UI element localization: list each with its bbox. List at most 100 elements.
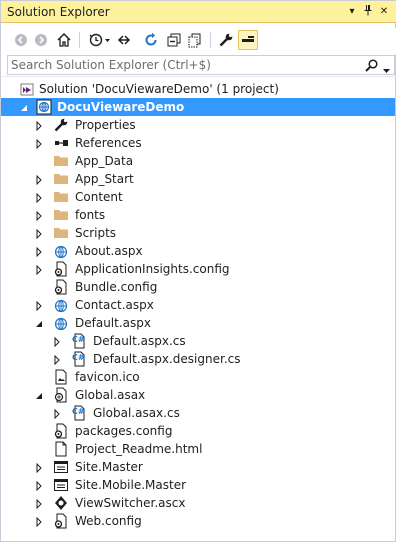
tree-item-label: About.aspx <box>75 244 143 258</box>
visual-studio-solution-icon <box>19 81 35 97</box>
collapsed-arrow-icon[interactable] <box>34 174 44 186</box>
collapsed-arrow-icon[interactable] <box>34 192 44 204</box>
forward-icon <box>34 33 48 47</box>
tree-item-label: Solution 'DocuViewareDemo' (1 project) <box>39 82 279 96</box>
tree-item-viewswitcher-ascx[interactable]: ViewSwitcher.ascx <box>1 494 395 512</box>
collapsed-arrow-icon[interactable] <box>34 228 44 240</box>
tree-item-favicon-ico[interactable]: favicon.ico <box>1 368 395 386</box>
collapsed-arrow-icon[interactable] <box>34 264 44 276</box>
folder-icon <box>53 189 69 205</box>
tree-item-contact-aspx[interactable]: Contact.aspx <box>1 296 395 314</box>
back-button[interactable] <box>12 31 30 49</box>
tree-item-bundle-config[interactable]: Bundle.config <box>1 278 395 296</box>
expanded-arrow-icon[interactable] <box>34 390 44 400</box>
preview-selected-items-button[interactable] <box>238 30 258 50</box>
collapsed-arrow-icon[interactable] <box>34 246 44 258</box>
tree-item-label: Web.config <box>75 514 142 528</box>
collapsed-arrow-icon[interactable] <box>34 462 44 474</box>
aspx-page-icon <box>53 297 69 313</box>
expanded-arrow-icon[interactable] <box>19 102 29 112</box>
solution-explorer-window: Solution Explorer ▾ ✕ Search Solution Ex… <box>0 0 396 542</box>
tree-item-label: Scripts <box>75 226 117 240</box>
tree-item-global-asax-cs[interactable]: C# Global.asax.cs <box>1 404 395 422</box>
tree-item-label: DocuViewareDemo <box>57 100 185 114</box>
collapsed-arrow-icon[interactable] <box>52 336 62 348</box>
config-file-icon <box>53 423 69 439</box>
tree-item-label: App_Start <box>75 172 134 186</box>
title-bar: Solution Explorer ▾ ✕ <box>1 1 396 23</box>
aspx-page-icon <box>53 243 69 259</box>
tree-item-scripts[interactable]: Scripts <box>1 224 395 242</box>
svg-text:C#: C# <box>72 407 85 416</box>
collapsed-arrow-icon[interactable] <box>52 354 62 366</box>
tree-item-global-asax[interactable]: Global.asax <box>1 386 395 404</box>
tree-item-project[interactable]: DocuViewareDemo <box>1 98 395 116</box>
tree-item-label: Properties <box>75 118 136 132</box>
tree-item-label: Default.aspx.designer.cs <box>93 352 241 366</box>
expanded-arrow-icon[interactable] <box>34 318 44 328</box>
sync-with-active-document-button[interactable] <box>115 31 133 49</box>
search-placeholder: Search Solution Explorer (Ctrl+$) <box>11 58 211 72</box>
references-icon <box>53 135 69 151</box>
wrench-icon <box>53 117 69 133</box>
tree-item-packages-config[interactable]: packages.config <box>1 422 395 440</box>
collapsed-arrow-icon[interactable] <box>34 120 44 132</box>
tree-item-default-aspx-designer-cs[interactable]: C# Default.aspx.designer.cs <box>1 350 395 368</box>
tree-item-label: References <box>75 136 142 150</box>
refresh-icon <box>143 32 159 48</box>
collapsed-arrow-icon[interactable] <box>34 498 44 510</box>
home-icon <box>56 32 72 48</box>
tree-item-solution[interactable]: Solution 'DocuViewareDemo' (1 project) <box>1 80 395 98</box>
collapsed-arrow-icon[interactable] <box>34 138 44 150</box>
tree-item-app-start[interactable]: App_Start <box>1 170 395 188</box>
tree-item-label: packages.config <box>75 424 173 438</box>
tree-item-applicationinsights-config[interactable]: ApplicationInsights.config <box>1 260 395 278</box>
collapsed-arrow-icon[interactable] <box>34 516 44 528</box>
folder-icon <box>53 153 69 169</box>
tree-item-properties[interactable]: Properties <box>1 116 395 134</box>
tree-item-label: Global.asax.cs <box>93 406 180 420</box>
collapsed-arrow-icon[interactable] <box>34 210 44 222</box>
tree-item-fonts[interactable]: fonts <box>1 206 395 224</box>
tree-item-web-config[interactable]: Web.config <box>1 512 395 530</box>
home-button[interactable] <box>55 31 73 49</box>
show-all-files-button[interactable] <box>186 31 204 49</box>
collapse-all-button[interactable] <box>165 31 183 49</box>
properties-button[interactable] <box>217 31 235 49</box>
tree-item-project-readme-html[interactable]: Project_Readme.html <box>1 440 395 458</box>
tree-item-site-mobile-master[interactable]: Site.Mobile.Master <box>1 476 395 494</box>
tree-item-label: ApplicationInsights.config <box>75 262 230 276</box>
config-file-icon <box>53 513 69 529</box>
tree-item-default-aspx-cs[interactable]: C# Default.aspx.cs <box>1 332 395 350</box>
tree-item-about-aspx[interactable]: About.aspx <box>1 242 395 260</box>
collapsed-arrow-icon[interactable] <box>52 408 62 420</box>
forward-button[interactable] <box>32 31 50 49</box>
tree-item-label: Bundle.config <box>75 280 158 294</box>
tree-item-label: Site.Master <box>75 460 143 474</box>
pending-changes-filter-button[interactable] <box>87 31 113 49</box>
asax-file-icon <box>53 387 69 403</box>
collapsed-arrow-icon[interactable] <box>34 480 44 492</box>
collapse-all-icon <box>166 32 182 48</box>
tree-item-content[interactable]: Content <box>1 188 395 206</box>
cs-file-icon: C# <box>71 333 87 349</box>
search-options-dropdown-icon[interactable] <box>383 63 390 77</box>
cs-file-icon: C# <box>71 405 87 421</box>
close-icon[interactable]: ✕ <box>377 4 391 19</box>
toolbar-separator <box>79 32 80 48</box>
image-file-icon <box>53 369 69 385</box>
tree-item-app-data[interactable]: App_Data <box>1 152 395 170</box>
tree-item-label: Content <box>75 190 123 204</box>
tree-item-references[interactable]: References <box>1 134 395 152</box>
search-icon[interactable] <box>365 59 378 75</box>
search-input[interactable]: Search Solution Explorer (Ctrl+$) <box>7 55 395 75</box>
refresh-button[interactable] <box>142 31 160 49</box>
collapsed-arrow-icon[interactable] <box>34 300 44 312</box>
folder-icon <box>53 225 69 241</box>
tree-item-label: Contact.aspx <box>75 298 154 312</box>
window-menu-dropdown-icon[interactable]: ▾ <box>345 4 359 19</box>
tree-item-default-aspx[interactable]: Default.aspx <box>1 314 395 332</box>
master-page-icon <box>53 459 69 475</box>
pin-icon[interactable] <box>361 4 375 19</box>
tree-item-site-master[interactable]: Site.Master <box>1 458 395 476</box>
